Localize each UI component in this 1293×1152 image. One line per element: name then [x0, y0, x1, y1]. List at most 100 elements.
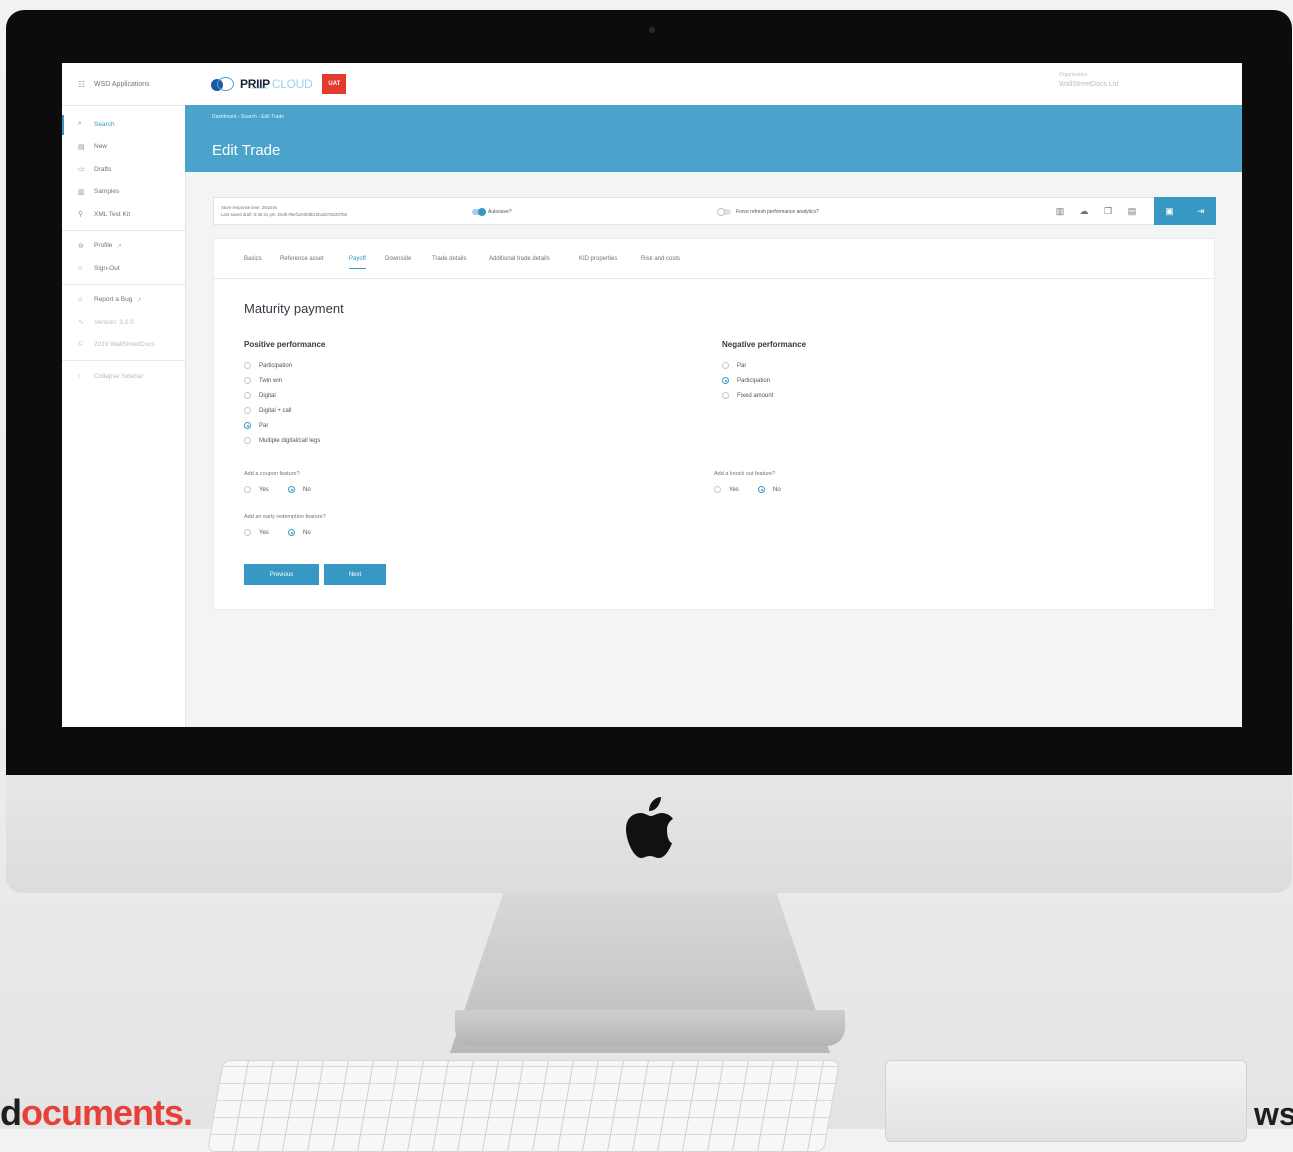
sidebar-item-label: Search	[94, 120, 115, 128]
autosave-label: Autosave?	[488, 209, 512, 215]
sidebar-item-drafts[interactable]: ▭ Drafts	[62, 158, 185, 181]
save-status: Store response time: 2642ms Last saved d…	[221, 204, 347, 218]
tab-additional-trade-details[interactable]: Additional trade details	[489, 256, 550, 268]
sidebar-item-xml-test-kit[interactable]: ⚲ XML Test Kit	[62, 203, 185, 226]
radio-button-selected[interactable]	[244, 422, 251, 429]
radio-button[interactable]	[244, 392, 251, 399]
sidebar-version: ∿ Version: 3.0.0	[62, 311, 185, 334]
radio-label: Par	[737, 362, 747, 369]
radio-multiple-digital-call-legs[interactable]: Multiple digital/call legs	[244, 437, 320, 444]
sidebar-item-samples[interactable]: ▥ Samples	[62, 181, 185, 204]
radio-neg-participation[interactable]: Participation	[722, 377, 770, 384]
breadcrumb[interactable]: Dashboard › Search › Edit Trade	[212, 114, 284, 120]
radio-button-selected[interactable]	[758, 486, 765, 493]
force-refresh-label: Force refresh performance analytics?	[736, 209, 819, 215]
sidebar-item-label: Sign-Out	[94, 264, 120, 272]
priip-cloud-logo[interactable]: PRIIP CLOUD TRADES UAT	[211, 73, 347, 95]
pulse-icon: ∿	[78, 319, 84, 327]
barcode-icon[interactable]: ▥	[1054, 205, 1066, 217]
collapse-sidebar-label: Collapse Sidebar	[94, 372, 144, 380]
previous-button[interactable]: Previous	[244, 564, 319, 585]
sidebar-item-label: Samples	[94, 188, 120, 196]
radio-button[interactable]	[244, 407, 251, 414]
version-label: Version: 3.0.0	[94, 318, 134, 326]
radio-button-selected[interactable]	[288, 486, 295, 493]
trade-toolbar: Store response time: 2642ms Last saved d…	[213, 197, 1216, 225]
radio-label: No	[303, 529, 311, 536]
coupon-yes[interactable]: Yes	[244, 486, 269, 493]
organisation-selector[interactable]: Organisation WallStreetDocs Ltd	[1059, 72, 1119, 88]
radio-button-selected[interactable]	[288, 529, 295, 536]
force-refresh-toggle[interactable]	[717, 208, 731, 216]
radio-neg-par[interactable]: Par	[722, 362, 746, 369]
divider	[62, 360, 185, 361]
tab-trade-details[interactable]: Trade details	[432, 256, 466, 268]
divider	[62, 229, 185, 231]
radio-button[interactable]	[722, 362, 729, 369]
radio-twin-win[interactable]: Twin win	[244, 377, 282, 384]
coupon-no[interactable]: No	[288, 486, 311, 493]
tab-downside[interactable]: Downside	[385, 256, 411, 268]
tab-basics[interactable]: Basics	[244, 256, 262, 268]
radio-button[interactable]	[722, 392, 729, 399]
divider	[62, 283, 185, 285]
sidebar-item-report-bug[interactable]: ⌂ Report a Bug ↗	[62, 289, 185, 312]
org-value: WallStreetDocs Ltd	[1059, 81, 1119, 88]
knock-out-yes[interactable]: Yes	[714, 486, 739, 493]
tab-kid-properties[interactable]: KID properties	[579, 256, 617, 268]
radio-label: Par	[259, 422, 269, 429]
radio-label: Multiple digital/call legs	[259, 437, 321, 444]
save-button[interactable]: ▣	[1154, 197, 1185, 225]
knock-out-no[interactable]: No	[758, 486, 781, 493]
radio-button[interactable]	[244, 529, 251, 536]
drafts-icon: ▭	[78, 166, 85, 174]
monitor-stand-foot	[455, 1010, 845, 1046]
early-redemption-no[interactable]: No	[288, 529, 311, 536]
early-redemption-yes[interactable]: Yes	[244, 529, 269, 536]
sidebar-item-profile[interactable]: ⊖ Profile ↗	[62, 235, 185, 258]
cloud-upload-icon[interactable]: ☁	[1078, 205, 1090, 217]
copy-icon[interactable]: ❐	[1102, 205, 1114, 217]
radio-button[interactable]	[714, 486, 721, 493]
radio-neg-fixed-amount[interactable]: Fixed amount	[722, 392, 773, 399]
tab-risk-and-costs[interactable]: Risk and costs	[641, 256, 680, 268]
radio-button-selected[interactable]	[722, 377, 729, 384]
cloud-logo-icon	[211, 77, 237, 91]
external-link-icon: ↗	[116, 242, 122, 250]
tab-payoff[interactable]: Payoff	[349, 256, 366, 269]
sidebar-item-search[interactable]: ⌕ Search	[62, 113, 185, 136]
sidebar-item-label: Profile	[94, 242, 113, 250]
sidebar-item-sign-out[interactable]: ⌂ Sign-Out	[62, 257, 185, 280]
radio-label: No	[303, 486, 311, 493]
active-indicator	[62, 115, 64, 135]
knock-out-question: Add a knock out feature?	[714, 471, 776, 477]
save-icon: ▣	[1165, 205, 1174, 216]
next-button[interactable]: Next	[324, 564, 386, 585]
autosave-toggle[interactable]	[472, 208, 486, 216]
org-label: Organisation	[1059, 72, 1088, 78]
radio-button[interactable]	[244, 377, 251, 384]
sidebar-item-new[interactable]: ▤ New	[62, 136, 185, 159]
radio-label: Digital	[259, 392, 276, 399]
collapse-sidebar-button[interactable]: ‹ Collapse Sidebar	[62, 365, 185, 388]
copyright-label: 2019 WallStreetDocs	[94, 341, 155, 349]
tab-reference-asset[interactable]: Reference asset	[280, 256, 324, 268]
page-title: Edit Trade	[212, 142, 281, 159]
radio-label: Yes	[259, 486, 269, 493]
radio-button[interactable]	[244, 362, 251, 369]
radio-button[interactable]	[244, 486, 251, 493]
sidebar-item-label: New	[94, 143, 108, 151]
radio-par[interactable]: Par	[244, 422, 268, 429]
sidebar: ☷ WSD Applications ⌕ Search ▤ New ▭ Draf…	[62, 63, 186, 727]
pdf-icon[interactable]: ▤	[1126, 205, 1138, 217]
radio-participation[interactable]: Participation	[244, 362, 292, 369]
apps-menu[interactable]: ☷ WSD Applications	[62, 63, 185, 106]
exit-button[interactable]: ⇥	[1185, 197, 1216, 225]
trade-form-card: Basics Reference asset Payoff Downside T…	[213, 238, 1215, 610]
lock-icon: ⌂	[78, 264, 83, 272]
positive-performance-title: Positive performance	[244, 340, 326, 349]
file-icon: ▤	[78, 143, 85, 151]
radio-digital-call[interactable]: Digital + call	[244, 407, 292, 414]
radio-digital[interactable]: Digital	[244, 392, 276, 399]
radio-button[interactable]	[244, 437, 251, 444]
